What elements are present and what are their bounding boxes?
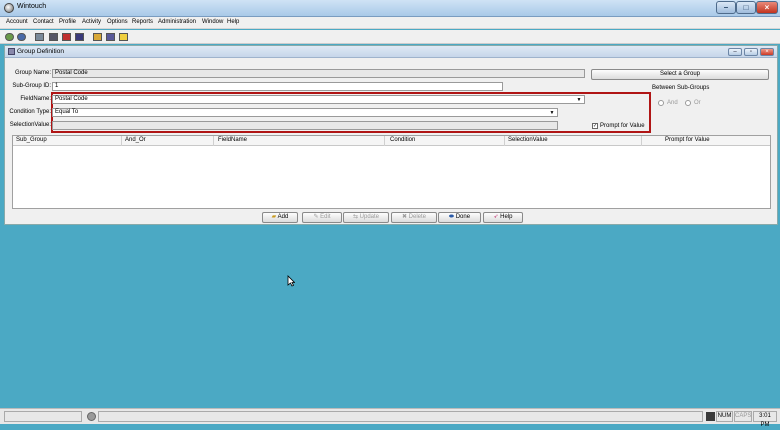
num-indicator: NUM [716, 411, 733, 422]
menu-administration[interactable]: Administration [158, 19, 196, 25]
status-cell [4, 411, 82, 422]
selection-value-field[interactable] [52, 121, 558, 130]
subgroup-id-field[interactable]: 1 [52, 82, 503, 91]
minimize-button[interactable]: – [716, 1, 736, 14]
delete-icon: ✖ [401, 214, 407, 220]
window-icon [8, 48, 15, 55]
app-icon [4, 3, 14, 13]
add-button-label: Add [277, 214, 289, 220]
col-fieldname[interactable]: FieldName [218, 137, 247, 143]
group-definition-title: Group Definition [17, 48, 64, 55]
chevron-down-icon: ▼ [549, 110, 555, 116]
prompt-for-value-label: Prompt for Value [600, 123, 645, 129]
column-divider [384, 136, 385, 146]
column-divider [213, 136, 214, 146]
inner-close-button[interactable]: × [760, 48, 774, 56]
user-icon[interactable] [17, 33, 26, 41]
close-button[interactable]: × [756, 1, 778, 14]
group-name-label: Group Name: [14, 70, 51, 76]
grid-icon[interactable] [35, 33, 44, 41]
group-definition-titlebar: Group Definition – ▫ × [5, 46, 777, 58]
col-and-or[interactable]: And_Or [125, 137, 146, 143]
subgroup-grid[interactable]: Sub_Group And_Or FieldName Condition Sel… [12, 135, 771, 209]
menu-help[interactable]: Help [227, 19, 239, 25]
condition-type-select[interactable]: Equal To ▼ [52, 108, 558, 117]
maximize-button[interactable]: □ [736, 1, 756, 14]
toolbar [0, 30, 780, 44]
or-radio-label: Or [694, 100, 701, 106]
menu-bar: Account Contact Profile Activity Options… [0, 17, 780, 29]
help-button-label: Help [500, 214, 513, 220]
inner-minimize-button[interactable]: – [728, 48, 742, 56]
menu-window[interactable]: Window [202, 19, 223, 25]
group-name-field[interactable]: Postal Code [52, 69, 585, 78]
checklist-icon[interactable] [75, 33, 84, 41]
pencil-icon: ✎ [313, 214, 319, 220]
update-button-label: Update [359, 214, 380, 220]
chevron-down-icon: ▼ [576, 97, 582, 103]
window-title: Wintouch [17, 3, 47, 10]
condition-type-label: Condition Type: [9, 109, 51, 115]
help-icon: ➶ [493, 214, 499, 220]
report-icon[interactable] [106, 33, 115, 41]
prompt-for-value-checkbox[interactable]: ✓ [592, 123, 598, 129]
menu-reports[interactable]: Reports [132, 19, 153, 25]
note-icon[interactable] [119, 33, 128, 41]
column-divider [504, 136, 505, 146]
and-radio[interactable] [658, 100, 664, 106]
status-indicator-icon [87, 412, 96, 421]
caps-indicator: CAPS [734, 411, 752, 422]
column-divider [121, 136, 122, 146]
condition-type-value: Equal To [55, 109, 79, 115]
keyboard-icon [706, 412, 715, 421]
group-definition-window: Group Definition – ▫ × Group Name: Posta… [4, 45, 778, 225]
fieldname-label: FieldName: [20, 96, 51, 102]
contacts-icon[interactable] [5, 33, 14, 41]
fieldname-value: Postal Code [55, 96, 88, 102]
fieldname-select[interactable]: Postal Code ▼ [52, 95, 585, 104]
folder-add-icon: ▰ [271, 214, 277, 220]
menu-activity[interactable]: Activity [82, 19, 101, 25]
col-selection-value[interactable]: SelectionValue [508, 137, 548, 143]
clock: 3:01 PM [753, 411, 777, 428]
help-button[interactable]: ➶ Help [483, 212, 523, 223]
done-button[interactable]: ⬬ Done [438, 212, 481, 223]
between-subgroups-label: Between Sub-Groups [652, 85, 710, 91]
update-button[interactable]: ⇆ Update [343, 212, 389, 223]
done-icon: ⬬ [448, 214, 455, 220]
edit-button[interactable]: ✎ Edit [302, 212, 342, 223]
or-radio[interactable] [685, 100, 691, 106]
column-divider [641, 136, 642, 146]
col-condition[interactable]: Condition [390, 137, 415, 143]
list-icon[interactable] [49, 33, 58, 41]
select-group-button[interactable]: Select a Group [591, 69, 769, 80]
update-icon: ⇆ [352, 214, 358, 220]
grid-header: Sub_Group And_Or FieldName Condition Sel… [13, 136, 770, 146]
edit-button-label: Edit [320, 214, 331, 220]
done-button-label: Done [455, 214, 471, 220]
selection-value-label: SelectionValue: [9, 122, 51, 128]
folder-icon[interactable] [93, 33, 102, 41]
subgroup-id-label: Sub-Group ID: [12, 83, 51, 89]
and-radio-label: And [667, 100, 678, 106]
menu-account[interactable]: Account [6, 19, 28, 25]
add-button[interactable]: ▰ Add [262, 212, 298, 223]
delete-button[interactable]: ✖ Delete [391, 212, 437, 223]
delete-button-label: Delete [408, 214, 427, 220]
col-prompt-for-value[interactable]: Prompt for Value [665, 137, 710, 143]
mouse-cursor-icon [287, 275, 295, 287]
menu-profile[interactable]: Profile [59, 19, 76, 25]
inner-restore-button[interactable]: ▫ [744, 48, 758, 56]
status-message [98, 411, 703, 422]
menu-contact[interactable]: Contact [33, 19, 54, 25]
calendar-icon[interactable] [62, 33, 71, 41]
title-bar: Wintouch – □ × [0, 0, 780, 17]
col-sub-group[interactable]: Sub_Group [16, 137, 47, 143]
status-bar: NUM CAPS 3:01 PM [0, 408, 780, 428]
menu-options[interactable]: Options [107, 19, 128, 25]
